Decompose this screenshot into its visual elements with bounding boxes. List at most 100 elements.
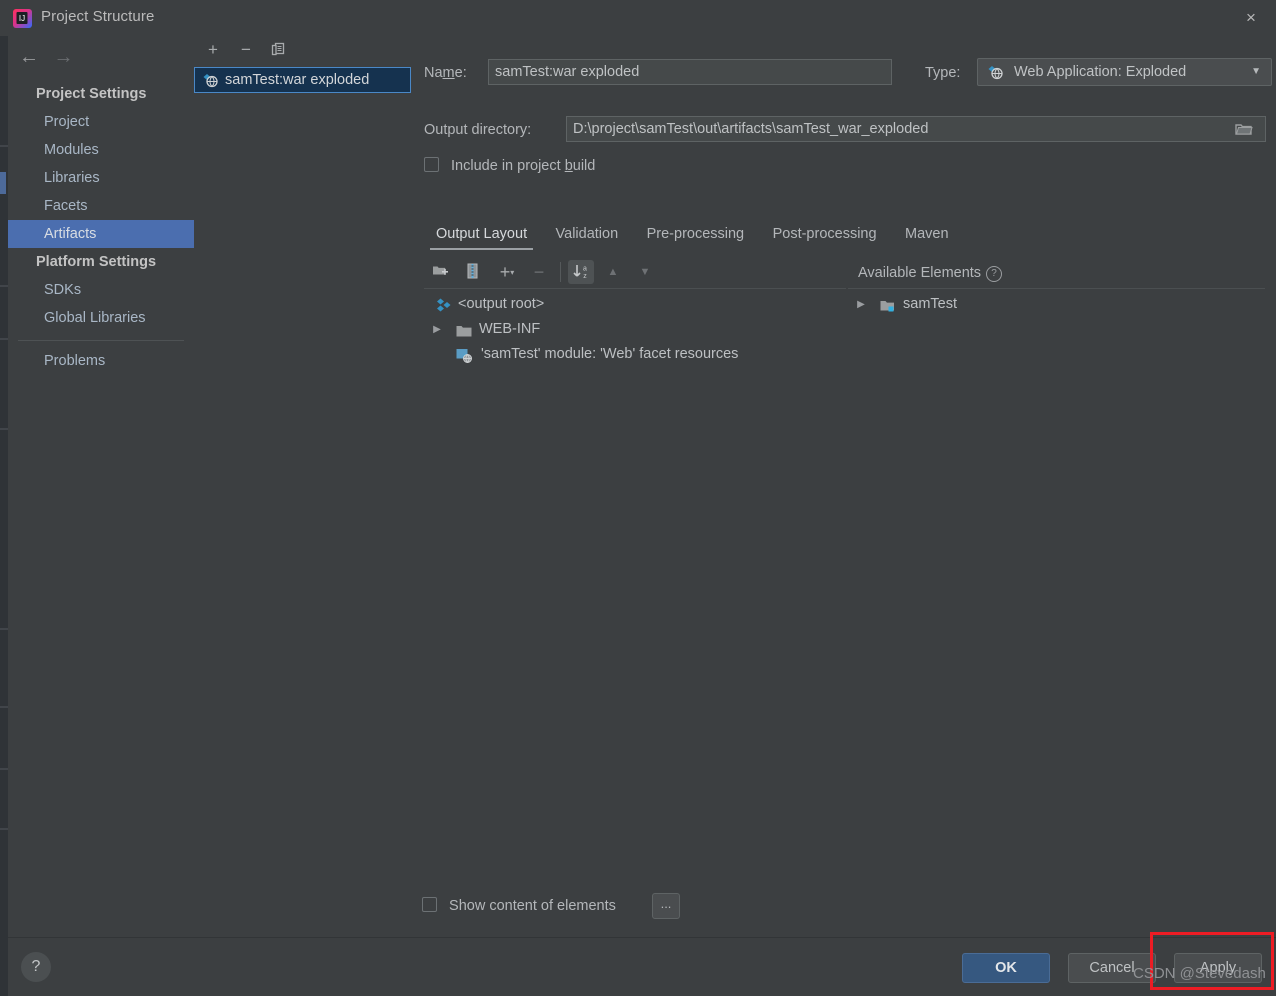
type-label: Type: (925, 65, 961, 81)
sidebar-item-artifacts[interactable]: Artifacts (8, 220, 194, 248)
output-directory-input[interactable] (566, 116, 1266, 142)
sidebar-divider (18, 340, 184, 341)
show-content-label: Show content of elements (449, 898, 616, 914)
show-content-row[interactable]: Show content of elements (422, 897, 616, 914)
remove-element-button[interactable]: − (526, 260, 552, 284)
available-elements-text: Available Elements (858, 265, 982, 281)
artifact-tabs: Output Layout Validation Pre-processing … (424, 221, 1265, 255)
sidebar-item-global-libraries[interactable]: Global Libraries (8, 304, 194, 332)
show-content-checkbox[interactable] (422, 897, 437, 912)
sidebar-header-project-settings: Project Settings (36, 86, 147, 102)
module-icon (880, 297, 896, 313)
tab-validation[interactable]: Validation (544, 221, 631, 251)
new-folder-icon[interactable] (427, 260, 453, 284)
sidebar-item-sdks[interactable]: SDKs (8, 276, 194, 304)
background-window-strip-d (0, 338, 8, 340)
folder-icon[interactable] (1235, 121, 1257, 141)
svg-text:z: z (583, 273, 587, 280)
help-button[interactable]: ? (21, 952, 51, 982)
arrow-up-icon[interactable]: ▲ (600, 260, 626, 284)
artifacts-list: samTest:war exploded (194, 67, 411, 936)
copy-artifact-icon[interactable] (265, 39, 291, 61)
chevron-down-icon: ▼ (1251, 66, 1261, 77)
tree-row[interactable]: ▶ WEB-INF (424, 317, 844, 342)
sidebar-item-libraries[interactable]: Libraries (8, 164, 194, 192)
chevron-right-icon[interactable]: ▶ (430, 317, 444, 342)
svg-text:a: a (583, 266, 587, 273)
include-in-build-checkbox[interactable] (424, 157, 439, 172)
sidebar-item-facets[interactable]: Facets (8, 192, 194, 220)
tab-output-layout[interactable]: Output Layout (424, 221, 539, 251)
tree-row-label: samTest (903, 296, 957, 312)
sidebar-header-platform-settings: Platform Settings (36, 254, 157, 270)
name-row: Name: Type: Web Application: Exploded ▼ (424, 58, 1274, 87)
tab-post-processing[interactable]: Post-processing (761, 221, 889, 251)
available-tree-divider (848, 288, 1265, 289)
output-tree-divider (424, 288, 846, 289)
name-label: Name: (424, 65, 467, 81)
archive-icon[interactable] (459, 260, 485, 284)
tree-row[interactable]: <output root> (424, 292, 844, 317)
project-structure-dialog: IJ Project Structure × ← → Project Setti… (0, 0, 1276, 996)
tree-row-label: WEB-INF (479, 321, 541, 337)
tree-row[interactable]: 'samTest' module: 'Web' facet resources (424, 342, 844, 367)
output-layout-toolbar: +▾ − a z ▲ ▼ Available Elements? (424, 258, 1265, 288)
remove-artifact-button[interactable]: − (233, 39, 259, 61)
folder-icon (456, 322, 472, 338)
facet-resource-icon (456, 347, 472, 364)
background-window-strip-h (0, 768, 8, 770)
intellij-idea-icon: IJ (13, 9, 32, 28)
background-window-strip-e (0, 428, 8, 430)
sort-az-icon[interactable]: a z (568, 260, 594, 284)
navigation-arrows: ← → (14, 46, 78, 72)
background-window-strip-b (0, 145, 8, 147)
war-exploded-icon (203, 72, 219, 88)
output-directory-row: Output directory: (424, 116, 1266, 144)
apply-button[interactable]: Apply (1174, 953, 1262, 983)
help-icon[interactable]: ? (986, 266, 1003, 282)
artifact-list-item[interactable]: samTest:war exploded (194, 67, 411, 93)
type-value: Web Application: Exploded (1014, 64, 1187, 80)
dialog-button-bar: ? OK Cancel Apply (8, 937, 1276, 996)
background-window-strip-g (0, 706, 8, 708)
include-in-build-label: Include in project build (451, 158, 596, 174)
tree-row-label: <output root> (458, 296, 545, 312)
sidebar-item-project[interactable]: Project (8, 108, 194, 136)
tab-maven[interactable]: Maven (893, 221, 961, 251)
forward-arrow-icon[interactable]: → (48, 46, 78, 69)
available-elements-label: Available Elements? (858, 261, 1003, 285)
background-window-strip-c (0, 285, 8, 287)
artifacts-list-panel: + − samTest:war exploded (194, 36, 412, 936)
svg-text:IJ: IJ (19, 14, 25, 23)
name-input[interactable] (488, 59, 892, 85)
output-layout-tree: <output root> ▶ WEB-INF 'samTest' module… (424, 292, 844, 871)
artifact-editor-panel: Name: Type: Web Application: Exploded ▼ … (411, 36, 1276, 936)
sidebar-item-problems[interactable]: Problems (8, 347, 194, 375)
window-title: Project Structure (41, 8, 155, 25)
back-arrow-icon[interactable]: ← (14, 46, 44, 69)
available-elements-tree: ▶ samTest (848, 292, 1265, 871)
show-content-options-button[interactable]: ... (652, 893, 680, 919)
tab-pre-processing[interactable]: Pre-processing (635, 221, 757, 251)
output-directory-label: Output directory: (424, 122, 532, 138)
settings-sidebar: ← → Project Settings Project Modules Lib… (8, 36, 194, 936)
sidebar-item-modules[interactable]: Modules (8, 136, 194, 164)
cancel-button[interactable]: Cancel (1068, 953, 1156, 983)
toolbar-divider (560, 262, 561, 282)
artifact-list-item-label: samTest:war exploded (225, 72, 370, 88)
chevron-right-icon[interactable]: ▶ (854, 292, 868, 317)
output-root-icon (436, 297, 452, 313)
project-settings-group: Project Settings Project Modules Librari… (8, 80, 194, 375)
ok-button[interactable]: OK (962, 953, 1050, 983)
add-artifact-button[interactable]: + (200, 39, 226, 61)
artifacts-toolbar: + − (194, 36, 411, 64)
arrow-down-icon[interactable]: ▼ (632, 260, 658, 284)
close-icon[interactable]: × (1236, 6, 1266, 30)
add-element-button[interactable]: +▾ (494, 260, 520, 284)
background-window-strip-i (0, 828, 8, 830)
title-bar: IJ Project Structure × (0, 0, 1276, 36)
tree-row[interactable]: ▶ samTest (848, 292, 1265, 317)
war-exploded-icon (988, 64, 1004, 80)
type-combobox[interactable]: Web Application: Exploded ▼ (977, 58, 1272, 86)
include-in-build-row[interactable]: Include in project build (424, 157, 595, 174)
